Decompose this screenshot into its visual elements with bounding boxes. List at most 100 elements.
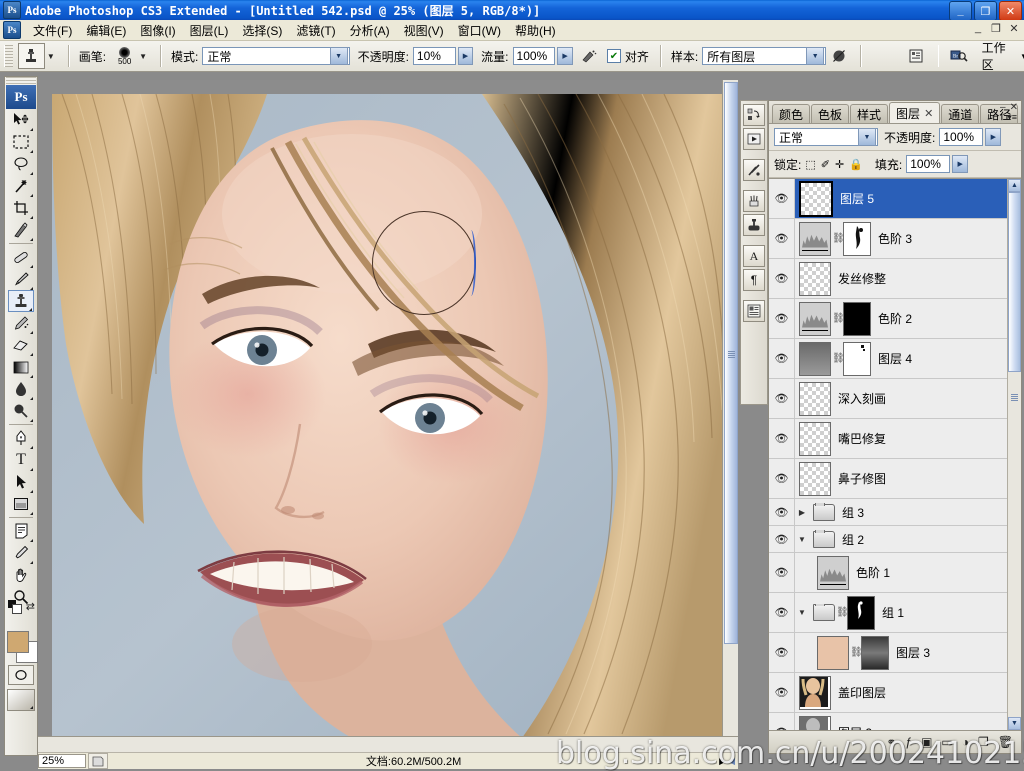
status-prev-arrow[interactable]: ◀ — [728, 756, 735, 767]
table-row[interactable]: 👁 发丝修整 — [769, 259, 1021, 299]
blend-mode-select[interactable]: 正常 ▼ — [202, 47, 350, 65]
swap-colors-icon[interactable]: ⇄ — [26, 600, 35, 613]
crop-tool[interactable] — [8, 197, 34, 219]
layer-opacity-input[interactable]: 100% — [939, 128, 984, 146]
doc-minimize-button[interactable]: _ — [972, 22, 984, 35]
panel-minimize-button[interactable]: – — [1000, 102, 1006, 113]
link-icon[interactable]: ⛓ — [836, 607, 849, 618]
table-row[interactable]: 👁 鼻子修图 — [769, 459, 1021, 499]
layer-visibility-icon[interactable]: 👁 — [769, 633, 795, 672]
paragraph-panel-icon[interactable]: ¶ — [743, 269, 765, 291]
notes-tool[interactable] — [8, 520, 34, 542]
table-row[interactable]: 👁 ▼ ⛓ 组 1 — [769, 593, 1021, 633]
tool-menu-corner[interactable] — [30, 419, 33, 422]
brush-tool[interactable] — [8, 268, 34, 290]
canvas-horizontal-scrollbar[interactable] — [38, 736, 738, 752]
slice-tool[interactable] — [8, 219, 34, 241]
delete-layer-icon[interactable]: 🗑 — [998, 735, 1013, 749]
tab-color[interactable]: 颜色 — [772, 104, 811, 123]
restore-button[interactable]: ❐ — [974, 1, 997, 21]
tool-presets-panel-icon[interactable] — [743, 159, 765, 181]
close-icon[interactable]: ✕ — [924, 107, 933, 120]
menu-view[interactable]: 视图(V) — [397, 20, 451, 41]
flow-slider-button[interactable]: ▶ — [557, 47, 573, 65]
layer-thumbnail[interactable] — [799, 301, 831, 336]
group-expand-icon[interactable]: ▼ — [795, 608, 809, 617]
ignore-adjustment-layers-icon[interactable] — [826, 44, 851, 68]
layer-thumbnail[interactable] — [799, 341, 831, 376]
tool-menu-corner[interactable] — [30, 512, 33, 515]
layer-mask-thumbnail[interactable] — [843, 221, 871, 256]
group-expand-icon[interactable]: ▼ — [795, 535, 809, 544]
link-icon[interactable]: ⛓ — [832, 233, 845, 244]
vertical-scroll-thumb[interactable] — [724, 82, 738, 644]
table-row[interactable]: 👁 ▶ 组 3 — [769, 499, 1021, 526]
layer-visibility-icon[interactable]: 👁 — [769, 459, 795, 498]
table-row[interactable]: 👁 图层 5 — [769, 179, 1021, 219]
table-row[interactable]: 👁 ⛓ 图层 4 — [769, 339, 1021, 379]
layer-visibility-icon[interactable]: 👁 — [769, 553, 795, 592]
layer-visibility-icon[interactable]: 👁 — [769, 713, 795, 730]
chevron-down-icon-sample[interactable]: ▼ — [806, 47, 825, 65]
tool-preset-caret[interactable]: ▼ — [47, 52, 55, 61]
layer-blend-mode-select[interactable]: 正常 ▼ — [774, 128, 878, 146]
history-panel-icon[interactable] — [743, 104, 765, 126]
healing-brush-tool[interactable] — [8, 246, 34, 268]
clone-stamp-tool[interactable] — [8, 290, 34, 312]
layer-thumbnail[interactable] — [799, 461, 831, 496]
layer-list-scrollbar[interactable]: ▲ ▼ — [1007, 179, 1021, 730]
options-bar-grip[interactable] — [4, 45, 13, 67]
link-layers-icon[interactable]: ⚭ — [886, 735, 896, 749]
history-brush-tool[interactable] — [8, 312, 34, 334]
link-icon[interactable]: ⛓ — [850, 647, 863, 658]
layer-visibility-icon[interactable]: 👁 — [769, 259, 795, 298]
layer-mask-thumbnail[interactable] — [843, 301, 871, 336]
doc-close-button[interactable]: ✕ — [1008, 22, 1020, 35]
airbrush-icon[interactable] — [577, 44, 602, 68]
opacity-slider-button[interactable]: ▶ — [457, 47, 474, 65]
tool-menu-corner[interactable] — [30, 238, 33, 241]
shape-tool[interactable] — [8, 493, 34, 515]
layer-scroll-thumb[interactable] — [1008, 192, 1021, 372]
layer-thumbnail[interactable] — [817, 635, 849, 670]
brushes-panel-icon[interactable] — [743, 190, 765, 212]
scroll-up-button[interactable]: ▲ — [1008, 179, 1021, 192]
lock-transparent-icon[interactable]: ⬚ — [805, 158, 815, 171]
clone-stamp-icon[interactable] — [17, 43, 45, 69]
table-row[interactable]: 👁 嘴巴修复 — [769, 419, 1021, 459]
layer-visibility-icon[interactable]: 👁 — [769, 419, 795, 458]
bridge-icon[interactable]: Br — [946, 44, 971, 68]
table-row[interactable]: 👁 ⛓ 图层 3 — [769, 633, 1021, 673]
aligned-checkbox-wrap[interactable]: ✔ 对齐 — [606, 48, 653, 65]
layer-visibility-icon[interactable]: 👁 — [769, 179, 795, 218]
menu-window[interactable]: 窗口(W) — [451, 20, 508, 41]
fill-slider-button[interactable]: ▶ — [952, 155, 969, 173]
hand-tool[interactable] — [8, 564, 34, 586]
table-row[interactable]: 👁 色阶 1 — [769, 553, 1021, 593]
layer-thumbnail[interactable] — [799, 381, 831, 416]
palette-toggle-icon[interactable] — [903, 44, 928, 68]
canvas[interactable] — [52, 94, 724, 738]
layer-visibility-icon[interactable]: 👁 — [769, 526, 795, 552]
tools-panel-grip[interactable] — [6, 77, 36, 85]
actions-panel-icon[interactable] — [743, 128, 765, 150]
scroll-down-button[interactable]: ▼ — [1008, 717, 1021, 730]
table-row[interactable]: 👁 图层 2 — [769, 713, 1021, 730]
group-folder-icon[interactable] — [813, 603, 835, 622]
add-mask-icon[interactable]: ▣ — [921, 735, 932, 749]
screen-mode-corner[interactable] — [30, 706, 33, 709]
layer-style-icon[interactable]: ƒ — [905, 735, 912, 749]
menu-edit[interactable]: 编辑(E) — [79, 20, 133, 41]
magic-wand-tool[interactable] — [8, 175, 34, 197]
default-colors-icon-back[interactable] — [12, 604, 22, 614]
screen-mode-icon[interactable] — [7, 689, 35, 711]
path-selection-tool[interactable] — [8, 471, 34, 493]
new-adjustment-icon[interactable]: ◑ — [962, 735, 969, 749]
pen-tool[interactable] — [8, 427, 34, 449]
close-button[interactable]: ✕ — [999, 1, 1022, 21]
eyedropper-tool[interactable] — [8, 542, 34, 564]
table-row[interactable]: 👁 深入刻画 — [769, 379, 1021, 419]
tool-menu-corner[interactable] — [29, 308, 32, 311]
chevron-down-icon[interactable]: ▼ — [329, 47, 348, 65]
canvas-vertical-scrollbar[interactable] — [722, 80, 738, 738]
